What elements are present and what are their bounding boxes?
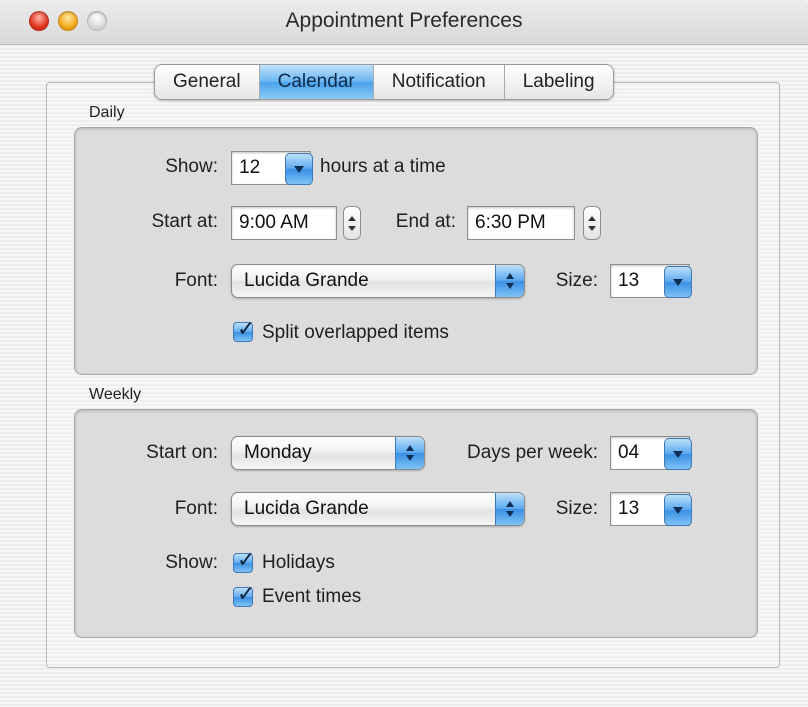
tab-notification[interactable]: Notification xyxy=(374,65,505,99)
tab-bar: General Calendar Notification Labeling xyxy=(154,64,614,100)
daily-hours-combo-button[interactable] xyxy=(285,153,313,185)
daily-font-popup[interactable]: Lucida Grande xyxy=(231,264,525,298)
popup-arrows-icon xyxy=(395,437,424,469)
weekly-font-value: Lucida Grande xyxy=(244,498,369,519)
weekly-font-label: Font: xyxy=(174,498,218,519)
daily-end-label: End at: xyxy=(395,211,456,232)
tab-calendar[interactable]: Calendar xyxy=(259,65,374,99)
weekly-size-label: Size: xyxy=(555,498,598,519)
popup-arrows-icon xyxy=(495,493,524,525)
daily-font-value: Lucida Grande xyxy=(244,270,369,291)
stepper-down-icon xyxy=(348,225,356,231)
chevron-down-icon xyxy=(673,278,683,286)
event-times-checkbox[interactable]: ✓ xyxy=(233,582,255,607)
split-overlapped-label[interactable]: Split overlapped items xyxy=(262,322,449,344)
weekly-start-on-label: Start on: xyxy=(146,442,218,463)
checkmark-icon: ✓ xyxy=(237,317,256,342)
chevron-down-icon xyxy=(673,506,683,514)
weekly-show-label: Show: xyxy=(165,552,218,573)
stepper-up-icon xyxy=(588,215,596,221)
weekly-start-on-popup[interactable]: Monday xyxy=(231,436,425,470)
holidays-label[interactable]: Holidays xyxy=(262,552,335,574)
window-title: Appointment Preferences xyxy=(285,9,523,32)
title-bar[interactable]: Appointment Preferences xyxy=(0,0,808,45)
weekly-days-label: Days per week: xyxy=(467,442,598,463)
weekly-start-on-value: Monday xyxy=(244,442,312,463)
daily-font-label: Font: xyxy=(174,270,218,291)
popup-arrows-icon xyxy=(495,265,524,297)
daily-section-label: Daily xyxy=(89,104,125,121)
daily-show-label: Show: xyxy=(165,156,218,177)
daily-size-label: Size: xyxy=(555,270,598,291)
holidays-checkbox[interactable]: ✓ xyxy=(233,548,255,573)
weekly-font-popup[interactable]: Lucida Grande xyxy=(231,492,525,526)
event-times-label[interactable]: Event times xyxy=(262,586,361,608)
daily-start-time-stepper[interactable] xyxy=(343,206,361,240)
daily-end-time-stepper[interactable] xyxy=(583,206,601,240)
daily-end-time-input[interactable]: 6:30 PM xyxy=(467,206,575,240)
chevron-down-icon xyxy=(673,450,683,458)
chevron-down-icon xyxy=(294,165,304,173)
split-overlapped-checkbox[interactable]: ✓ xyxy=(233,317,255,342)
stepper-down-icon xyxy=(588,225,596,231)
tab-labeling[interactable]: Labeling xyxy=(505,65,613,99)
checkmark-icon: ✓ xyxy=(237,548,256,573)
daily-start-label: Start at: xyxy=(151,211,218,232)
weekly-size-combo-button[interactable] xyxy=(664,494,692,526)
weekly-days-combo-button[interactable] xyxy=(664,438,692,470)
checkmark-icon: ✓ xyxy=(237,582,256,607)
daily-hours-suffix: hours at a time xyxy=(320,156,446,177)
weekly-section-label: Weekly xyxy=(89,386,142,403)
daily-size-combo-button[interactable] xyxy=(664,266,692,298)
daily-start-time-input[interactable]: 9:00 AM xyxy=(231,206,337,240)
tab-general[interactable]: General xyxy=(155,65,260,99)
stepper-up-icon xyxy=(348,215,356,221)
preferences-window: Appointment Preferences General Calendar… xyxy=(0,0,808,707)
